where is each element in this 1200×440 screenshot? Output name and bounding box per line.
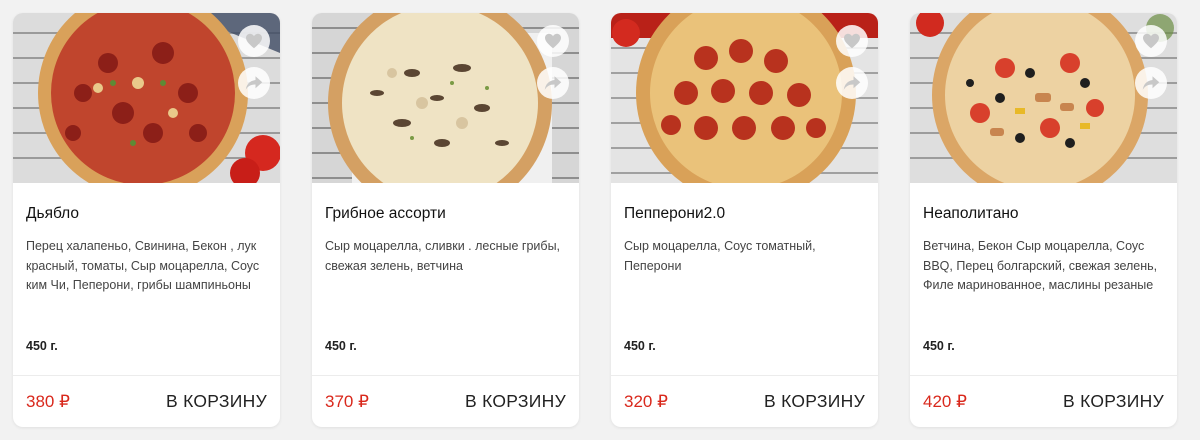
- favorite-button[interactable]: [238, 25, 270, 57]
- product-price: 380 ₽: [26, 391, 70, 411]
- product-weight: 450 г.: [923, 339, 955, 353]
- product-info: Грибное ассорти Сыр моцарелла, сливки . …: [312, 183, 579, 375]
- share-icon: [1142, 76, 1160, 90]
- product-photo[interactable]: [13, 13, 280, 183]
- product-description: Ветчина, Бекон Сыр моцарелла, Соус BBQ, …: [923, 239, 1158, 292]
- add-to-cart-button[interactable]: В КОРЗИНУ: [465, 391, 566, 412]
- product-footer: 420 ₽ В КОРЗИНУ: [910, 375, 1177, 427]
- product-description: Сыр моцарелла, сливки . лесные грибы, св…: [325, 239, 561, 273]
- product-title: Дьябло: [26, 205, 79, 222]
- add-to-cart-button[interactable]: В КОРЗИНУ: [166, 391, 267, 412]
- product-photo[interactable]: [312, 13, 579, 183]
- product-description: Перец халапеньо, Свинина, Бекон , лук кр…: [26, 239, 260, 292]
- product-photo[interactable]: [611, 13, 878, 183]
- heart-icon: [1143, 33, 1159, 49]
- product-title: Пепперони2.0: [624, 205, 726, 222]
- product-description: Сыр моцарелла, Соус томатный, Пеперони: [624, 239, 816, 273]
- product-price: 370 ₽: [325, 391, 369, 411]
- product-weight: 450 г.: [325, 339, 357, 353]
- share-button[interactable]: [238, 67, 270, 99]
- product-grid: Дьябло Перец халапеньо, Свинина, Бекон ,…: [13, 13, 1177, 427]
- product-title: Грибное ассорти: [325, 205, 446, 222]
- heart-icon: [246, 33, 262, 49]
- product-card: Грибное ассорти Сыр моцарелла, сливки . …: [312, 13, 579, 427]
- product-info: Пепперони2.0 Сыр моцарелла, Соус томатны…: [611, 183, 878, 375]
- product-title: Неаполитано: [923, 205, 1019, 222]
- product-price: 320 ₽: [624, 391, 668, 411]
- share-button[interactable]: [836, 67, 868, 99]
- share-icon: [843, 76, 861, 90]
- share-button[interactable]: [1135, 67, 1167, 99]
- favorite-button[interactable]: [1135, 25, 1167, 57]
- product-card: Дьябло Перец халапеньо, Свинина, Бекон ,…: [13, 13, 280, 427]
- product-price: 420 ₽: [923, 391, 967, 411]
- product-info: Дьябло Перец халапеньо, Свинина, Бекон ,…: [13, 183, 280, 375]
- add-to-cart-button[interactable]: В КОРЗИНУ: [764, 391, 865, 412]
- product-footer: 320 ₽ В КОРЗИНУ: [611, 375, 878, 427]
- product-info: Неаполитано Ветчина, Бекон Сыр моцарелла…: [910, 183, 1177, 375]
- product-weight: 450 г.: [624, 339, 656, 353]
- share-button[interactable]: [537, 67, 569, 99]
- product-footer: 370 ₽ В КОРЗИНУ: [312, 375, 579, 427]
- product-footer: 380 ₽ В КОРЗИНУ: [13, 375, 280, 427]
- heart-icon: [545, 33, 561, 49]
- favorite-button[interactable]: [836, 25, 868, 57]
- favorite-button[interactable]: [537, 25, 569, 57]
- product-weight: 450 г.: [26, 339, 58, 353]
- share-icon: [544, 76, 562, 90]
- product-card: Неаполитано Ветчина, Бекон Сыр моцарелла…: [910, 13, 1177, 427]
- product-card: Пепперони2.0 Сыр моцарелла, Соус томатны…: [611, 13, 878, 427]
- share-icon: [245, 76, 263, 90]
- heart-icon: [844, 33, 860, 49]
- product-photo[interactable]: [910, 13, 1177, 183]
- add-to-cart-button[interactable]: В КОРЗИНУ: [1063, 391, 1164, 412]
